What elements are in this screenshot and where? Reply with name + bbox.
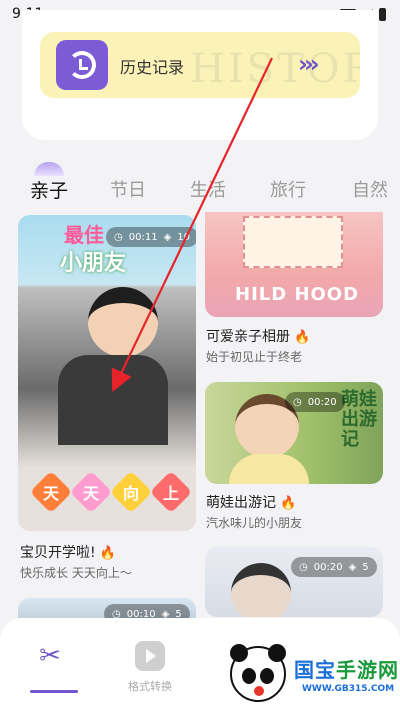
history-watermark: HISTORY — [190, 46, 360, 92]
site-watermark: 国宝手游网 WWW.GB315.COM — [222, 640, 400, 711]
card-art-text: HILD HOOD — [235, 284, 360, 305]
template-card-baby-trip[interactable]: 萌娃出游记 ◷ 00:20 — [205, 382, 383, 484]
history-label: 历史记录 — [120, 58, 185, 77]
card-photo-child — [88, 287, 158, 357]
nav-item-edit[interactable]: ✂ — [0, 618, 100, 698]
fire-icon: 🔥 — [280, 496, 297, 511]
card-photo-frame — [243, 216, 343, 268]
clock-icon: ◷ — [293, 396, 302, 408]
template-card[interactable]: ◷ 00:10 ◈ 5 — [18, 598, 196, 618]
card-title: 宝贝开学啦! 🔥 — [20, 545, 116, 561]
card-meta-badge: ◷ 00:11 ◈ 10 — [106, 227, 196, 247]
card-art-title: 小朋友 — [60, 251, 127, 276]
watermark-url: WWW.GB315.COM — [302, 684, 395, 694]
clock-icon: ◷ — [112, 608, 121, 619]
card-layers: 10 — [177, 231, 190, 243]
watermark-title: 国宝手游网 — [294, 658, 399, 682]
template-card-family-album[interactable]: HILD HOOD — [205, 212, 383, 317]
card-photo-child-body — [58, 355, 168, 445]
layers-icon: ◈ — [161, 608, 170, 619]
tab-festival[interactable]: 节日 — [110, 176, 146, 202]
card-subtitle: 快乐成长 天天向上～ — [20, 566, 132, 580]
active-nav-indicator — [30, 690, 78, 693]
card-layers: 5 — [362, 561, 369, 573]
tab-travel[interactable]: 旅行 — [270, 176, 306, 202]
card-art-text: 萌娃出游记 — [341, 389, 377, 450]
undo-icon — [68, 51, 96, 79]
panda-logo-icon — [230, 644, 286, 702]
layers-icon: ◈ — [348, 561, 357, 573]
banner-flag: 天 — [29, 470, 73, 514]
card-photo-person — [231, 563, 291, 617]
nav-label: 格式转换 — [128, 680, 172, 693]
fire-icon: 🔥 — [294, 330, 311, 345]
battery-icon — [379, 7, 386, 21]
card-photo-baby-body — [229, 454, 309, 484]
tab-parent-child[interactable]: 亲子 — [30, 176, 68, 203]
card-meta-badge: ◷ 00:10 ◈ 5 — [104, 604, 190, 618]
card-duration: 00:10 — [126, 608, 156, 619]
layers-icon: ◈ — [163, 231, 172, 243]
category-tabs: 亲子 节日 生活 旅行 自然 — [0, 168, 400, 208]
fire-icon: 🔥 — [99, 546, 116, 561]
card-title: 可爱亲子相册 🔥 — [206, 329, 311, 345]
scissors-icon: ✂ — [39, 641, 61, 671]
card-meta-badge: ◷ 00:20 — [285, 392, 345, 412]
card-banner-flags: 天 天 向 上 — [29, 470, 193, 514]
format-convert-icon — [132, 638, 168, 674]
banner-flag: 天 — [69, 470, 113, 514]
tab-life[interactable]: 生活 — [190, 176, 226, 202]
card-duration: 00:20 — [307, 396, 337, 408]
history-icon — [56, 40, 108, 90]
history-banner[interactable]: HISTORY 历史记录 ››› — [40, 32, 360, 98]
card-meta-badge: ◷ 00:20 ◈ 5 — [291, 557, 377, 577]
card-art-title: 最佳 — [64, 223, 104, 247]
template-card[interactable]: ◷ 00:20 ◈ 5 — [205, 547, 383, 617]
tab-nature[interactable]: 自然 — [352, 176, 388, 202]
card-layers: 5 — [175, 608, 182, 619]
banner-flag: 向 — [109, 470, 153, 514]
card-duration: 00:20 — [313, 561, 343, 573]
clock-icon: ◷ — [299, 561, 308, 573]
chevron-right-icon[interactable]: ››› — [298, 50, 320, 78]
template-card-back-to-school[interactable]: 最佳 小朋友 天 天 向 上 ◷ 00:11 ◈ 10 — [18, 215, 196, 531]
card-duration: 00:11 — [128, 231, 158, 243]
banner-flag: 上 — [149, 470, 193, 514]
card-subtitle: 汽水味儿的小朋友 — [206, 516, 303, 530]
card-title: 萌娃出游记 🔥 — [206, 495, 297, 511]
clock-icon: ◷ — [114, 231, 123, 243]
nav-item-format-convert[interactable]: 格式转换 — [100, 618, 200, 698]
card-subtitle: 始于初见止于终老 — [206, 350, 303, 364]
